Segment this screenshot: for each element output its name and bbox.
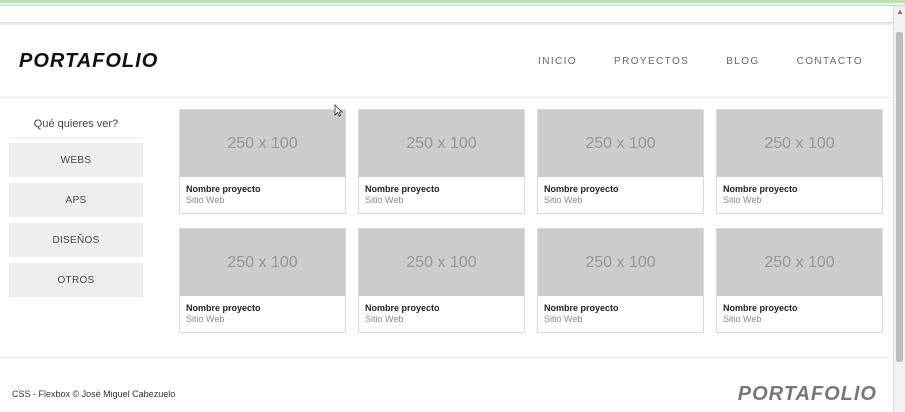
project-thumbnail[interactable]: 250 x 100 <box>538 110 703 177</box>
project-thumbnail[interactable]: 250 x 100 <box>180 229 345 296</box>
project-type: Sitio Web <box>723 314 762 324</box>
project-name: Nombre proyecto <box>186 303 261 313</box>
project-thumbnail[interactable]: 250 x 100 <box>359 229 524 296</box>
project-card[interactable]: 250 x 100 Nombre proyecto Sitio Web <box>716 228 883 333</box>
project-grid: 250 x 100 Nombre proyecto Sitio Web 250 … <box>179 109 883 333</box>
project-type: Sitio Web <box>186 195 225 205</box>
filter-button-webs[interactable]: WEBS <box>9 143 143 177</box>
filter-button-disenos[interactable]: DISEÑOS <box>9 223 143 257</box>
project-thumbnail[interactable]: 250 x 100 <box>359 110 524 177</box>
project-type: Sitio Web <box>365 195 404 205</box>
project-card[interactable]: 250 x 100 Nombre proyecto Sitio Web <box>358 109 525 214</box>
browser-top-bar <box>0 0 905 6</box>
filter-button-aps[interactable]: APS <box>9 183 143 217</box>
mouse-pointer-icon <box>334 104 343 117</box>
project-card[interactable]: 250 x 100 Nombre proyecto Sitio Web <box>716 109 883 214</box>
project-type: Sitio Web <box>544 195 583 205</box>
project-card[interactable]: 250 x 100 Nombre proyecto Sitio Web <box>358 228 525 333</box>
project-thumbnail[interactable]: 250 x 100 <box>538 229 703 296</box>
project-card[interactable]: 250 x 100 Nombre proyecto Sitio Web <box>179 228 346 333</box>
project-type: Sitio Web <box>186 314 225 324</box>
project-type: Sitio Web <box>723 195 762 205</box>
site-header: PORTAFOLIO INICIO PROYECTOS BLOG CONTACT… <box>0 26 893 98</box>
filter-button-otros[interactable]: OTROS <box>9 263 143 297</box>
nav-blog[interactable]: BLOG <box>726 56 759 67</box>
project-name: Nombre proyecto <box>365 184 440 194</box>
project-name: Nombre proyecto <box>723 303 798 313</box>
project-thumbnail[interactable]: 250 x 100 <box>717 229 882 296</box>
chevron-up-icon[interactable]: ▲ <box>896 8 904 16</box>
project-thumbnail[interactable]: 250 x 100 <box>180 110 345 177</box>
project-card[interactable]: 250 x 100 Nombre proyecto Sitio Web <box>179 109 346 214</box>
scrollbar-thumb[interactable] <box>896 32 903 362</box>
browser-top-strip <box>0 0 905 3</box>
site-footer: CSS - Flexbox © José Miguel Cabezuelo PO… <box>0 357 893 412</box>
nav-inicio[interactable]: INICIO <box>538 56 577 67</box>
nav-contacto[interactable]: CONTACTO <box>797 56 863 67</box>
project-name: Nombre proyecto <box>365 303 440 313</box>
project-card[interactable]: 250 x 100 Nombre proyecto Sitio Web <box>537 228 704 333</box>
project-thumbnail[interactable]: 250 x 100 <box>717 110 882 177</box>
sidebar-title: Qué quieres ver? <box>9 116 143 138</box>
project-name: Nombre proyecto <box>723 184 798 194</box>
project-type: Sitio Web <box>544 314 583 324</box>
project-name: Nombre proyecto <box>186 184 261 194</box>
page: PORTAFOLIO INICIO PROYECTOS BLOG CONTACT… <box>0 26 893 412</box>
filter-sidebar: Qué quieres ver? WEBS APS DISEÑOS OTROS <box>9 116 143 297</box>
nav-proyectos[interactable]: PROYECTOS <box>614 56 689 67</box>
footer-credit: CSS - Flexbox © José Miguel Cabezuelo <box>12 389 176 399</box>
site-logo[interactable]: PORTAFOLIO <box>19 50 158 73</box>
project-name: Nombre proyecto <box>544 303 619 313</box>
main-nav: INICIO PROYECTOS BLOG CONTACTO <box>538 56 863 67</box>
vertical-scrollbar[interactable]: ▲ <box>893 6 905 412</box>
project-name: Nombre proyecto <box>544 184 619 194</box>
project-type: Sitio Web <box>365 314 404 324</box>
footer-logo[interactable]: PORTAFOLIO <box>738 383 877 406</box>
project-card[interactable]: 250 x 100 Nombre proyecto Sitio Web <box>537 109 704 214</box>
